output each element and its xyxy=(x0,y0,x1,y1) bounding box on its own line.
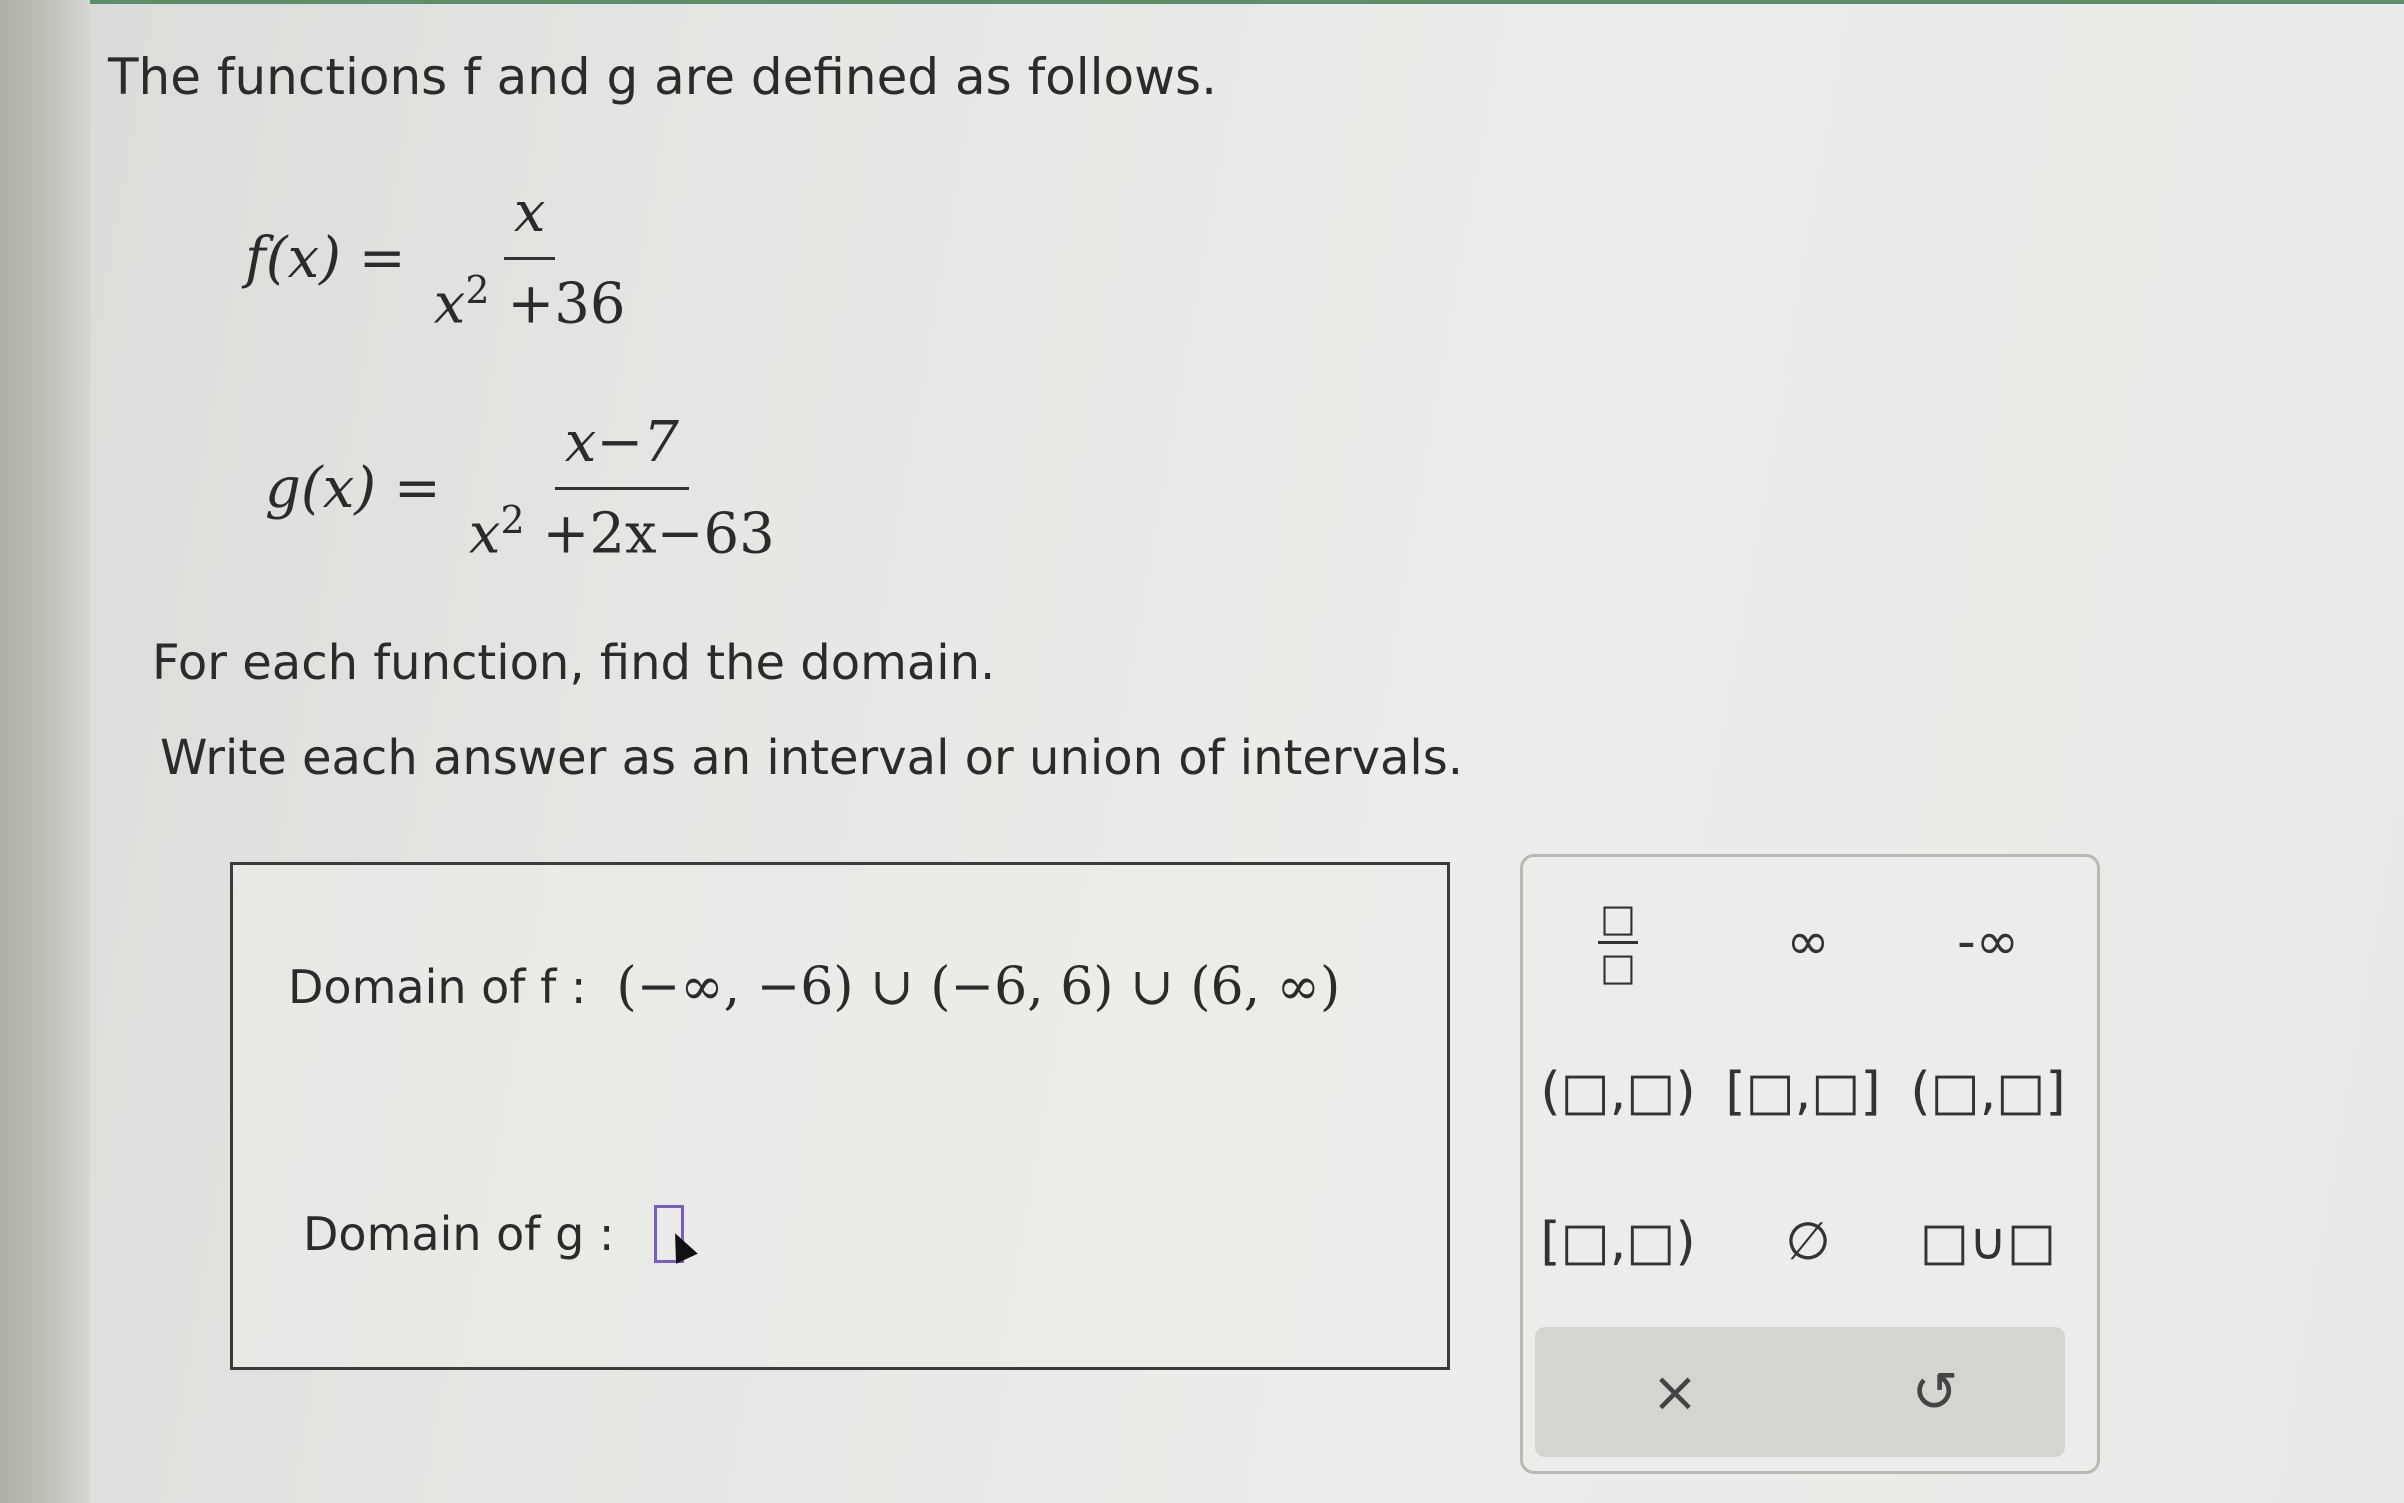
empty-set-key[interactable]: ∅ xyxy=(1723,1197,1893,1287)
formula-f-lhs: f(x) = xyxy=(245,225,406,291)
domain-f-label: Domain of f : xyxy=(288,960,587,1014)
domain-g-input[interactable] xyxy=(654,1205,699,1264)
domain-g-label: Domain of g : xyxy=(303,1207,615,1261)
union-key[interactable]: □∪□ xyxy=(1903,1197,2073,1287)
question-intro: The functions f and g are defined as fol… xyxy=(108,48,1217,106)
keypad-action-bar: × ↺ xyxy=(1535,1327,2065,1457)
prompt-interval-format: Write each answer as an interval or unio… xyxy=(160,730,1464,786)
formula-f-den-exp: 2 xyxy=(465,268,490,312)
math-keypad: □ □ ∞ -∞ (□,□) [□,□] (□,□] [□,□) ∅ □∪□ ×… xyxy=(1520,854,2100,1474)
formula-f: f(x) = x x2 +36 xyxy=(245,180,626,337)
open-closed-interval-key[interactable]: (□,□] xyxy=(1903,1047,2073,1137)
formula-f-fraction: x x2 +36 xyxy=(434,180,626,337)
formula-g-den-rest: +2x−63 xyxy=(542,501,775,567)
answer-box: Domain of f : (−∞, −6) ∪ (−6, 6) ∪ (6, ∞… xyxy=(230,862,1450,1370)
closed-interval-key[interactable]: [□,□] xyxy=(1718,1047,1888,1137)
domain-f-row: Domain of f : (−∞, −6) ∪ (−6, 6) ∪ (6, ∞… xyxy=(288,957,1340,1017)
screen-bezel xyxy=(0,0,90,1503)
top-strip xyxy=(0,0,2404,4)
undo-button[interactable]: ↺ xyxy=(1835,1347,2035,1437)
fraction-bottom: □ xyxy=(1600,944,1636,989)
formula-g-den-base: x xyxy=(468,501,501,567)
formula-f-numerator: x xyxy=(503,180,556,260)
closed-open-interval-key[interactable]: [□,□) xyxy=(1533,1197,1703,1287)
formula-f-den-rest: +36 xyxy=(507,271,626,337)
open-interval-key[interactable]: (□,□) xyxy=(1533,1047,1703,1137)
domain-g-row: Domain of g : xyxy=(303,1205,699,1264)
fraction-key[interactable]: □ □ xyxy=(1533,897,1703,987)
fraction-icon: □ □ xyxy=(1598,899,1638,986)
formula-f-den-base: x xyxy=(433,271,466,337)
domain-f-answer[interactable]: (−∞, −6) ∪ (−6, 6) ∪ (6, ∞) xyxy=(616,957,1340,1017)
formula-g-fraction: x−7 x2 +2x−63 xyxy=(469,410,775,567)
negative-infinity-key[interactable]: -∞ xyxy=(1903,897,2073,987)
fraction-top: □ xyxy=(1600,895,1636,940)
formula-g-den-exp: 2 xyxy=(500,498,525,542)
formula-g-lhs: g(x) = xyxy=(265,455,441,521)
prompt-find-domain: For each function, find the domain. xyxy=(152,635,996,691)
undo-icon: ↺ xyxy=(1911,1359,1959,1425)
formula-g: g(x) = x−7 x2 +2x−63 xyxy=(265,410,775,567)
clear-button[interactable]: × xyxy=(1575,1347,1775,1437)
close-icon: × xyxy=(1651,1359,1699,1425)
mouse-pointer-icon xyxy=(664,1228,699,1264)
infinity-key[interactable]: ∞ xyxy=(1723,897,1893,987)
formula-g-numerator: x−7 xyxy=(554,410,689,490)
